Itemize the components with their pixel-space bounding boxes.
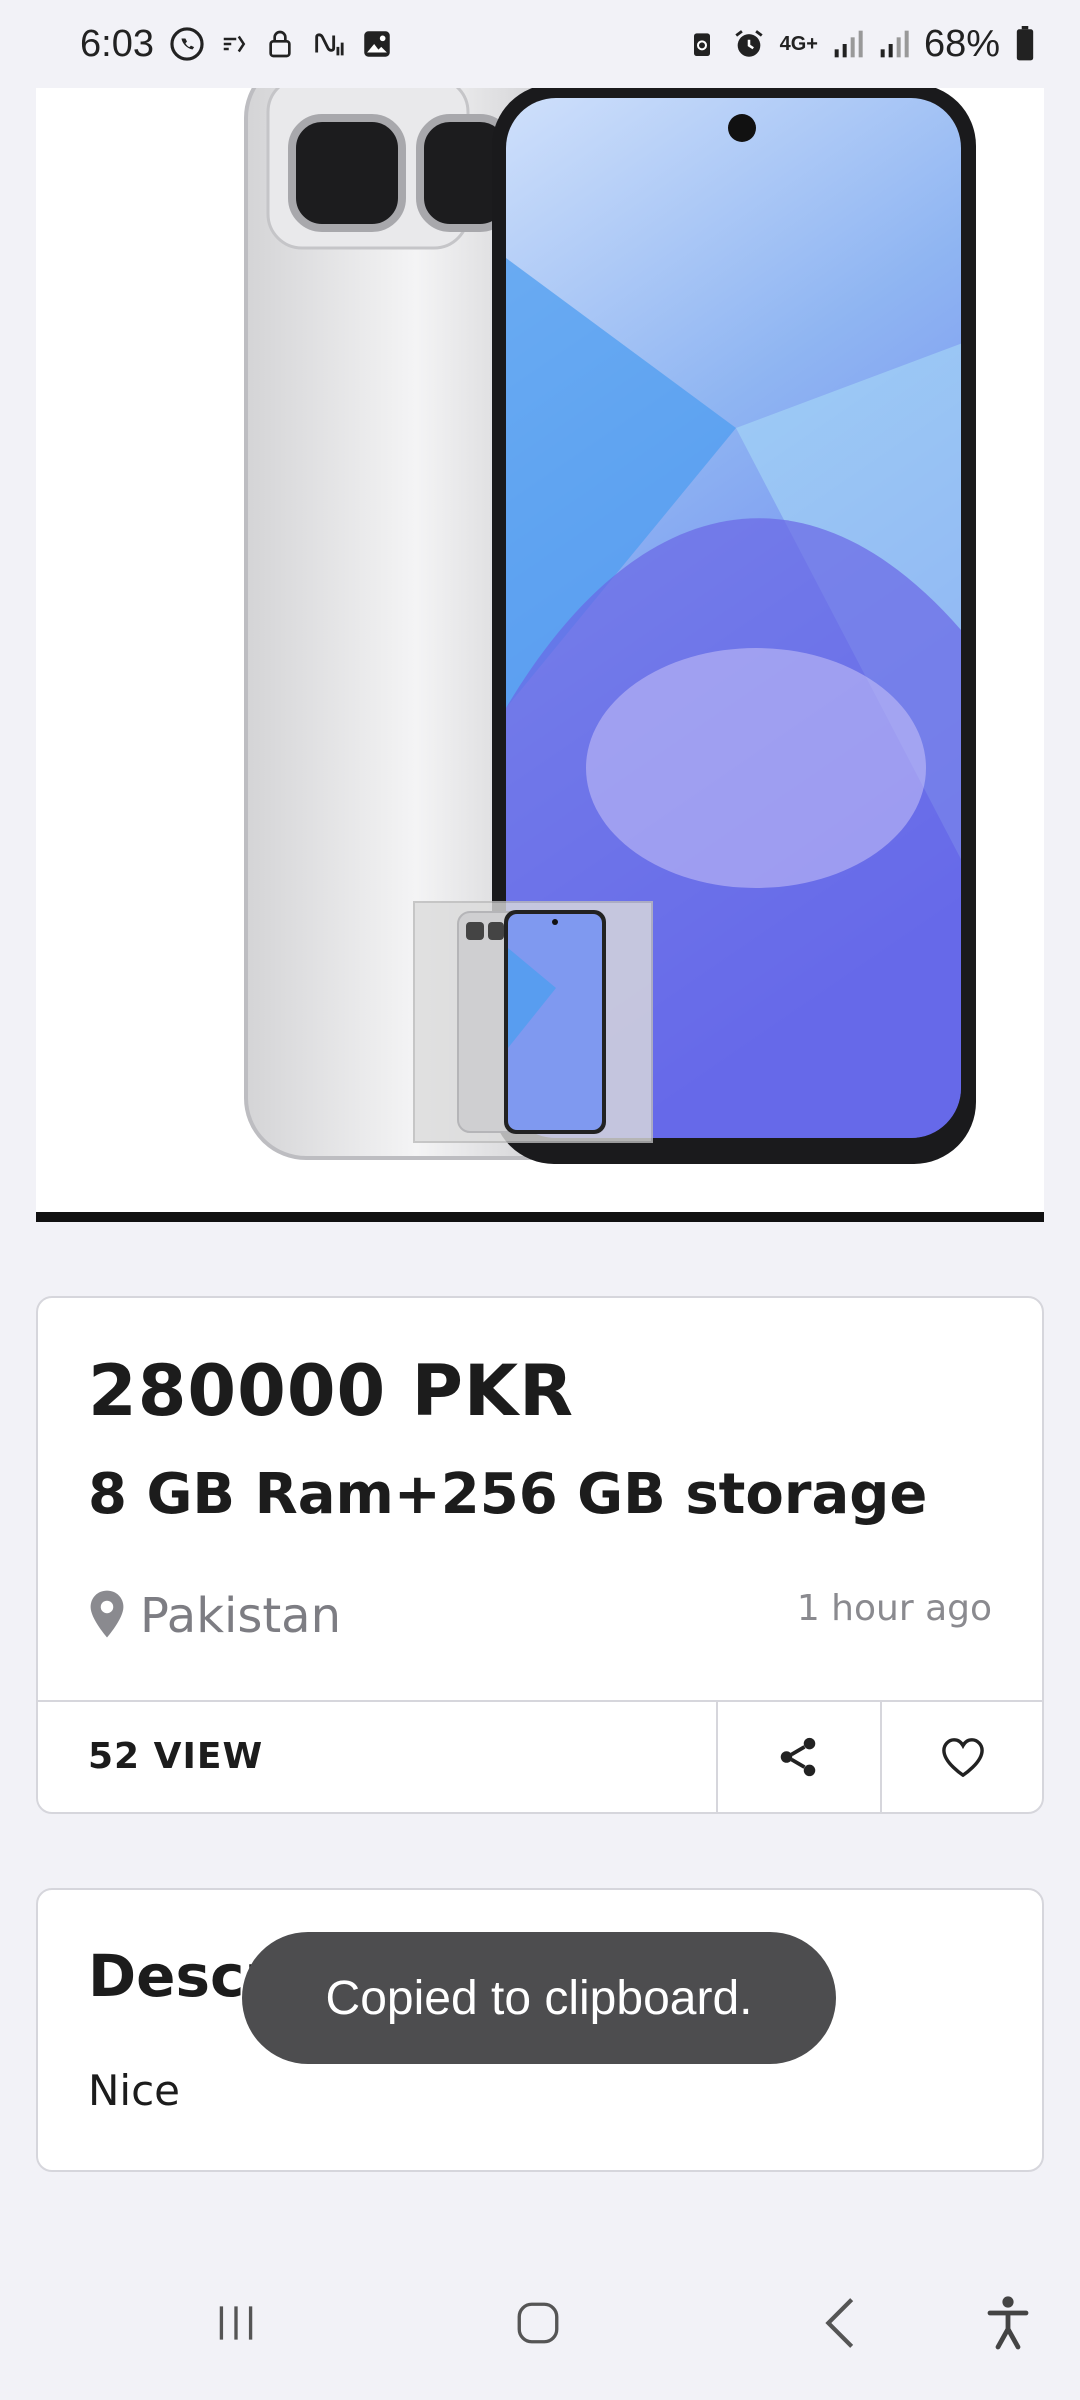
gallery-icon bbox=[360, 27, 394, 61]
accessibility-button[interactable] bbox=[958, 2280, 1058, 2370]
camera-lens-1 bbox=[288, 114, 406, 232]
signal-icon-1 bbox=[832, 28, 864, 60]
front-camera bbox=[728, 114, 756, 142]
recent-apps-button[interactable] bbox=[186, 2280, 286, 2370]
network-type: 4G+ bbox=[779, 33, 818, 55]
toast-text: Copied to clipboard. bbox=[325, 1971, 753, 2025]
back-button[interactable] bbox=[790, 2280, 890, 2370]
nfc-icon bbox=[310, 27, 346, 61]
whatsapp-icon bbox=[168, 25, 206, 63]
status-right: 4G+ 68% bbox=[686, 23, 1036, 66]
alarm-icon bbox=[732, 27, 766, 61]
battery-icon bbox=[1014, 26, 1036, 62]
share-button[interactable] bbox=[716, 1702, 878, 1812]
location-pin-icon bbox=[88, 1589, 126, 1643]
battery-percent: 68% bbox=[923, 22, 1000, 65]
thumbnail-overlay bbox=[413, 901, 653, 1143]
recent-apps-icon bbox=[211, 2298, 261, 2352]
product-image[interactable] bbox=[36, 88, 1044, 1218]
back-icon bbox=[818, 2295, 862, 2355]
status-left: 6:03 bbox=[80, 23, 394, 66]
signal-icon-2 bbox=[878, 28, 910, 60]
system-nav-bar bbox=[0, 2250, 1080, 2400]
data-saver-icon bbox=[686, 27, 718, 61]
toast-message: Copied to clipboard. bbox=[242, 1932, 836, 2064]
share-icon bbox=[775, 1734, 821, 1784]
home-button[interactable] bbox=[488, 2280, 588, 2370]
accessibility-icon bbox=[984, 2294, 1032, 2356]
listing-title: 8 GB Ram+256 GB storage bbox=[88, 1462, 928, 1527]
favorite-button[interactable] bbox=[880, 1702, 1042, 1812]
listing-info-card: 280000 PKR 8 GB Ram+256 GB storage Pakis… bbox=[36, 1296, 1044, 1814]
heart-icon bbox=[940, 1736, 986, 1782]
status-bar: 6:03 4G+ 68% bbox=[0, 0, 1080, 88]
status-time: 6:03 bbox=[80, 22, 154, 65]
view-count: 52 VIEW bbox=[88, 1736, 264, 1777]
location-row: Pakistan bbox=[88, 1588, 341, 1644]
location-text: Pakistan bbox=[140, 1588, 341, 1644]
posted-time: 1 hour ago bbox=[796, 1588, 992, 1629]
cast-icon bbox=[220, 29, 250, 59]
listing-price: 280000 PKR bbox=[88, 1350, 575, 1432]
lock-icon bbox=[264, 27, 296, 61]
home-icon bbox=[513, 2298, 563, 2352]
product-photo bbox=[244, 88, 976, 1164]
description-body: Nice bbox=[88, 2066, 181, 2115]
image-divider bbox=[36, 1212, 1044, 1222]
